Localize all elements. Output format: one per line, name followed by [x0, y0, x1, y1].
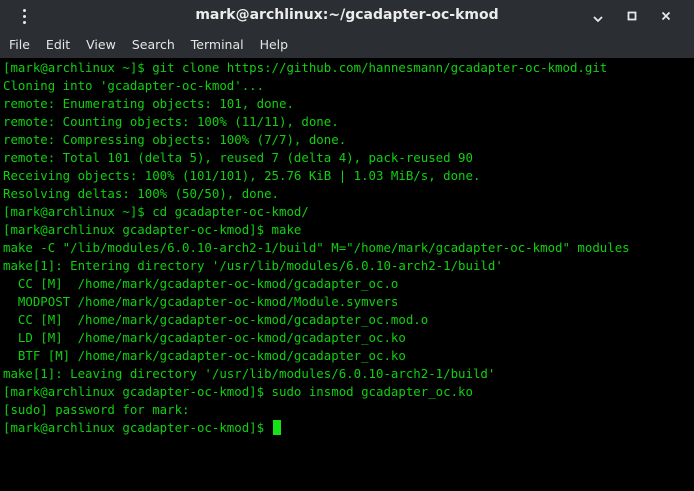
- terminal-line: Receiving objects: 100% (101/101), 25.76…: [3, 168, 481, 183]
- terminal-line: [sudo] password for mark:: [3, 402, 190, 417]
- terminal-line: CC [M] /home/mark/gcadapter-oc-kmod/gcad…: [3, 312, 429, 327]
- terminal-line: Cloning into 'gcadapter-oc-kmod'...: [3, 78, 265, 93]
- terminal-line: CC [M] /home/mark/gcadapter-oc-kmod/gcad…: [3, 276, 399, 291]
- menu-search[interactable]: Search: [124, 31, 183, 58]
- terminal-window: mark@archlinux:~/gcadapter-oc-kmod File …: [0, 0, 694, 491]
- menu-file[interactable]: File: [0, 31, 38, 58]
- terminal-prompt: [mark@archlinux gcadapter-oc-kmod]$: [3, 420, 272, 435]
- terminal-line: make[1]: Entering directory '/usr/lib/mo…: [3, 258, 503, 273]
- terminal-output[interactable]: [mark@archlinux ~]$ git clone https://gi…: [0, 58, 694, 491]
- terminal-line: [mark@archlinux gcadapter-oc-kmod]$ make: [3, 222, 302, 237]
- kebab-menu-icon[interactable]: [14, 6, 34, 26]
- terminal-line: [mark@archlinux ~]$ cd gcadapter-oc-kmod…: [3, 204, 309, 219]
- close-icon[interactable]: [655, 5, 677, 27]
- text-cursor: [272, 420, 281, 435]
- terminal-prompt-line[interactable]: [mark@archlinux gcadapter-oc-kmod]$: [3, 419, 694, 437]
- menu-bar: File Edit View Search Terminal Help: [0, 31, 694, 58]
- terminal-line: remote: Counting objects: 100% (11/11), …: [3, 114, 339, 129]
- menu-terminal[interactable]: Terminal: [183, 31, 252, 58]
- minimize-icon[interactable]: [587, 5, 609, 27]
- terminal-line: make -C "/lib/modules/6.0.10-arch2-1/bui…: [3, 240, 630, 255]
- terminal-line: remote: Compressing objects: 100% (7/7),…: [3, 132, 347, 147]
- terminal-line: remote: Total 101 (delta 5), reused 7 (d…: [3, 150, 473, 165]
- menu-help[interactable]: Help: [252, 31, 297, 58]
- title-bar[interactable]: mark@archlinux:~/gcadapter-oc-kmod: [0, 0, 694, 31]
- terminal-line: LD [M] /home/mark/gcadapter-oc-kmod/gcad…: [3, 330, 406, 345]
- maximize-icon[interactable]: [621, 5, 643, 27]
- terminal-line: [mark@archlinux ~]$ git clone https://gi…: [3, 60, 608, 75]
- terminal-line: remote: Enumerating objects: 101, done.: [3, 96, 294, 111]
- terminal-line: BTF [M] /home/mark/gcadapter-oc-kmod/gca…: [3, 348, 406, 363]
- menu-view[interactable]: View: [78, 31, 124, 58]
- terminal-line: [mark@archlinux gcadapter-oc-kmod]$ sudo…: [3, 384, 473, 399]
- terminal-line: MODPOST /home/mark/gcadapter-oc-kmod/Mod…: [3, 294, 399, 309]
- terminal-line: Resolving deltas: 100% (50/50), done.: [3, 186, 280, 201]
- menu-edit[interactable]: Edit: [38, 31, 78, 58]
- terminal-line: make[1]: Leaving directory '/usr/lib/mod…: [3, 366, 496, 381]
